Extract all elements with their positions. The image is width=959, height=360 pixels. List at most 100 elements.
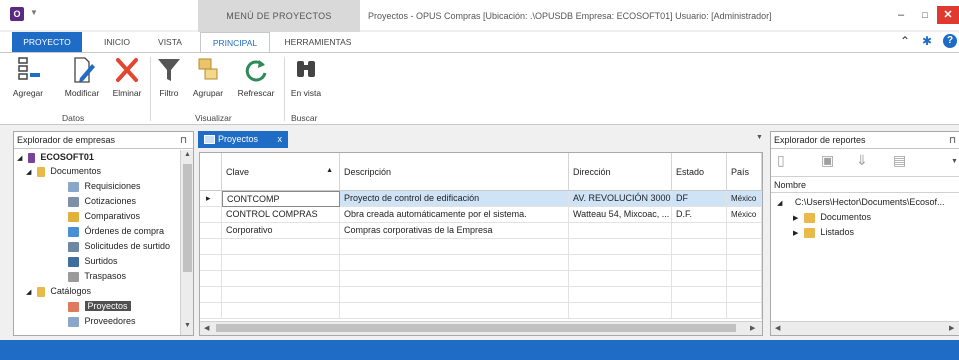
table-cell[interactable]: Proyecto de control de edificación bbox=[340, 191, 569, 207]
table-cell[interactable] bbox=[569, 223, 672, 239]
scroll-left-icon[interactable]: ◀ bbox=[204, 324, 209, 332]
table-cell[interactable]: DF bbox=[672, 191, 727, 207]
group-button[interactable]: Agrupar bbox=[188, 55, 228, 98]
scroll-left-icon[interactable]: ◀ bbox=[775, 324, 780, 332]
projects-grid: Clave ▲ Descripción Dirección Estado Paí… bbox=[199, 152, 763, 336]
print-report-icon[interactable]: ▣ bbox=[821, 152, 834, 169]
pin-icon[interactable]: ⊓ bbox=[949, 132, 956, 149]
tree-item-company[interactable]: ◢ ECOSOFT01 bbox=[17, 150, 94, 164]
company-explorer-title-text: Explorador de empresas bbox=[17, 135, 116, 145]
table-row[interactable]: Corporativo Compras corporativas de la E… bbox=[200, 223, 762, 239]
scroll-right-icon[interactable]: ▶ bbox=[750, 324, 755, 332]
export-report-icon[interactable]: ⇓ bbox=[856, 152, 868, 169]
delete-button-label: Elminar bbox=[112, 88, 142, 98]
table-cell[interactable] bbox=[727, 223, 762, 239]
group-separator bbox=[150, 57, 151, 121]
table-cell[interactable]: Watteau 54, Mixcoac, ... bbox=[569, 207, 672, 223]
table-cell[interactable]: Compras corporativas de la Empresa bbox=[340, 223, 569, 239]
tree-item-catalogos[interactable]: ◢ Catálogos bbox=[26, 284, 91, 298]
minimize-button[interactable]: – bbox=[890, 6, 912, 24]
help-icon[interactable]: ? bbox=[943, 34, 957, 48]
tree-item-comparativos[interactable]: Comparativos bbox=[68, 209, 140, 223]
column-header-descripcion[interactable]: Descripción bbox=[340, 153, 569, 191]
tree-item-proveedores[interactable]: Proveedores bbox=[68, 314, 136, 328]
table-row[interactable]: ▸ CONTCOMP Proyecto de control de edific… bbox=[200, 191, 762, 207]
tree-item-ordenes[interactable]: Órdenes de compra bbox=[68, 224, 164, 238]
tab-principal[interactable]: PRINCIPAL bbox=[200, 32, 270, 53]
report-horizontal-scrollbar[interactable]: ◀ ▶ bbox=[771, 321, 959, 335]
tab-vista[interactable]: VISTA bbox=[150, 32, 190, 52]
collapse-arrow-icon[interactable]: ◢ bbox=[26, 289, 31, 296]
refresh-button[interactable]: Refrescar bbox=[232, 55, 280, 98]
row-header bbox=[200, 207, 222, 223]
table-cell[interactable]: CONTROL COMPRAS bbox=[222, 207, 340, 223]
edit-button[interactable]: Modificar bbox=[60, 55, 104, 98]
table-cell[interactable]: D.F. bbox=[672, 207, 727, 223]
tree-item-proyectos-label: Proyectos bbox=[84, 301, 131, 311]
column-header-pais[interactable]: País bbox=[727, 153, 762, 191]
close-tab-icon[interactable]: x bbox=[278, 131, 283, 148]
table-cell[interactable]: México bbox=[727, 191, 762, 207]
collapse-arrow-icon[interactable]: ◢ bbox=[26, 169, 31, 176]
tree-item-proyectos[interactable]: Proyectos bbox=[68, 299, 131, 313]
tree-item-report-listados[interactable]: ▶ Listados bbox=[793, 225, 854, 239]
filter-button[interactable]: Filtro bbox=[152, 55, 186, 98]
expand-arrow-icon[interactable]: ▶ bbox=[793, 230, 798, 237]
table-cell[interactable] bbox=[672, 223, 727, 239]
close-button[interactable]: ✕ bbox=[937, 6, 959, 24]
tree-item-report-path[interactable]: ◢ C:\Users\Hector\Documents\Ecosof... bbox=[777, 195, 944, 209]
scrollbar-thumb[interactable] bbox=[216, 324, 736, 332]
group-icon bbox=[198, 58, 218, 80]
tree-item-requisiciones[interactable]: Requisiciones bbox=[68, 179, 141, 193]
pin-icon[interactable]: ⊓ bbox=[180, 132, 187, 149]
tree-item-cotizaciones[interactable]: Cotizaciones bbox=[68, 194, 136, 208]
comparison-icon bbox=[68, 211, 79, 222]
column-header-direccion[interactable]: Dirección bbox=[569, 153, 672, 191]
scroll-down-icon[interactable]: ▼ bbox=[184, 322, 191, 329]
tab-herramientas[interactable]: HERRAMIENTAS bbox=[278, 32, 358, 52]
design-report-icon[interactable]: ▤ bbox=[893, 152, 906, 169]
tree-item-documentos[interactable]: ◢ Documentos bbox=[26, 164, 101, 178]
delete-button[interactable]: Elminar bbox=[108, 55, 146, 98]
add-button[interactable]: Agregar bbox=[8, 55, 48, 98]
group-label-buscar: Buscar bbox=[291, 113, 318, 123]
table-cell[interactable]: Corporativo bbox=[222, 223, 340, 239]
table-row-empty bbox=[200, 239, 762, 255]
tree-item-catalogos-label: Catálogos bbox=[50, 286, 91, 296]
report-toolbar-more-icon[interactable]: ▼ bbox=[951, 158, 958, 165]
grid-horizontal-scrollbar[interactable]: ◀ ▶ bbox=[200, 321, 762, 335]
table-cell[interactable]: AV. REVOLUCIÓN 3000 bbox=[569, 191, 672, 207]
quick-access-dropdown-icon[interactable]: ▼ bbox=[30, 8, 38, 17]
report-column-header: Nombre bbox=[771, 176, 959, 193]
expand-arrow-icon[interactable]: ▶ bbox=[793, 215, 798, 222]
table-cell[interactable]: México bbox=[727, 207, 762, 223]
column-header-clave[interactable]: Clave ▲ bbox=[222, 153, 340, 191]
folder-icon bbox=[36, 166, 45, 177]
tree-item-traspasos[interactable]: Traspasos bbox=[68, 269, 126, 283]
tree-item-report-documentos[interactable]: ▶ Documentos bbox=[793, 210, 871, 224]
tree-item-solicitudes[interactable]: Solicitudes de surtido bbox=[68, 239, 170, 253]
find-in-view-button[interactable]: En vista bbox=[286, 55, 326, 98]
scroll-up-icon[interactable]: ▲ bbox=[184, 151, 191, 158]
tab-inicio[interactable]: INICIO bbox=[97, 32, 137, 52]
settings-icon[interactable]: ✱ bbox=[922, 34, 932, 48]
column-header-estado[interactable]: Estado bbox=[672, 153, 727, 191]
tree-item-surtidos[interactable]: Surtidos bbox=[68, 254, 118, 268]
group-separator bbox=[284, 57, 285, 121]
sort-ascending-icon[interactable]: ▲ bbox=[326, 167, 333, 174]
scrollbar-thumb[interactable] bbox=[183, 164, 192, 272]
tab-proyectos-document[interactable]: Proyectos x bbox=[198, 131, 288, 148]
preview-report-icon[interactable]: ▯ bbox=[777, 152, 785, 169]
collapse-arrow-icon[interactable]: ◢ bbox=[777, 200, 782, 207]
maximize-button[interactable]: □ bbox=[914, 6, 936, 24]
table-cell[interactable]: CONTCOMP bbox=[222, 191, 340, 207]
explorer-vertical-scrollbar[interactable]: ▲ ▼ bbox=[180, 150, 193, 335]
table-cell[interactable]: Obra creada automáticamente por el siste… bbox=[340, 207, 569, 223]
table-row[interactable]: CONTROL COMPRAS Obra creada automáticame… bbox=[200, 207, 762, 223]
tab-proyecto[interactable]: PROYECTO bbox=[12, 32, 82, 52]
collapse-arrow-icon[interactable]: ◢ bbox=[17, 155, 22, 162]
scroll-right-icon[interactable]: ▶ bbox=[949, 324, 954, 332]
app-logo-icon[interactable]: O bbox=[10, 7, 24, 21]
document-menu-dropdown-icon[interactable]: ▼ bbox=[756, 134, 763, 141]
collapse-ribbon-icon[interactable]: ⌃ bbox=[900, 34, 910, 48]
